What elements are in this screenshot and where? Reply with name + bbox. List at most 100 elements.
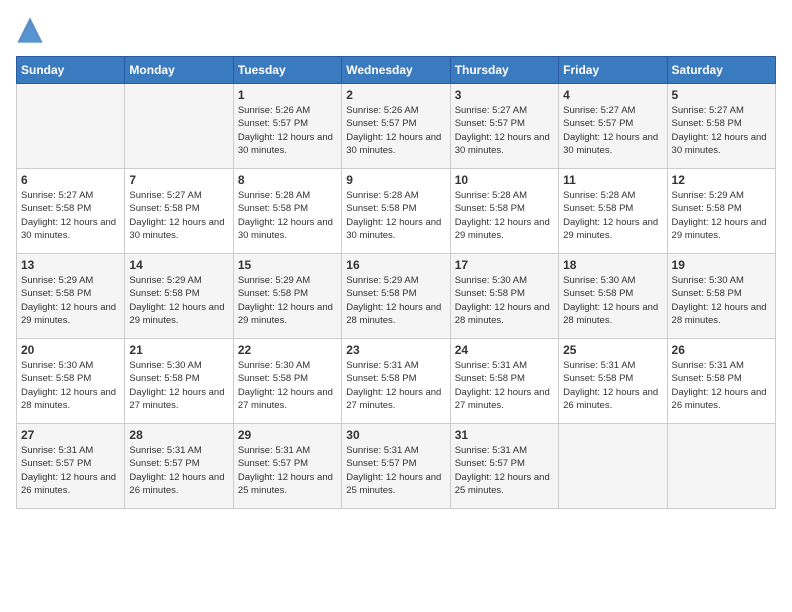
day-number: 26 [672,343,771,357]
cell-content: Sunrise: 5:31 AM Sunset: 5:58 PM Dayligh… [563,359,662,412]
day-number: 27 [21,428,120,442]
day-number: 7 [129,173,228,187]
cell-content: Sunrise: 5:27 AM Sunset: 5:57 PM Dayligh… [455,104,554,157]
cell-content: Sunrise: 5:28 AM Sunset: 5:58 PM Dayligh… [455,189,554,242]
calendar-cell: 19 Sunrise: 5:30 AM Sunset: 5:58 PM Dayli… [667,254,775,339]
day-number: 9 [346,173,445,187]
day-number: 23 [346,343,445,357]
day-of-week-header: Sunday [17,57,125,84]
cell-content: Sunrise: 5:30 AM Sunset: 5:58 PM Dayligh… [455,274,554,327]
day-number: 21 [129,343,228,357]
calendar-cell: 3 Sunrise: 5:27 AM Sunset: 5:57 PM Daylig… [450,84,558,169]
day-number: 18 [563,258,662,272]
calendar-header-row: SundayMondayTuesdayWednesdayThursdayFrid… [17,57,776,84]
calendar-week-row: 13 Sunrise: 5:29 AM Sunset: 5:58 PM Dayli… [17,254,776,339]
calendar-cell: 14Sunrise: 5:29 AM Sunset: 5:58 PM Dayli… [125,254,233,339]
day-number: 29 [238,428,337,442]
calendar-cell: 24 Sunrise: 5:31 AM Sunset: 5:58 PM Dayli… [450,339,558,424]
day-number: 6 [21,173,120,187]
calendar-cell: 23 Sunrise: 5:31 AM Sunset: 5:58 PM Dayli… [342,339,450,424]
day-number: 13 [21,258,120,272]
calendar-cell: 28 Sunrise: 5:31 AM Sunset: 5:57 PM Dayli… [125,424,233,509]
logo-icon [16,16,44,44]
day-number: 3 [455,88,554,102]
day-number: 4 [563,88,662,102]
day-number: 2 [346,88,445,102]
calendar-cell: 2 Sunrise: 5:26 AM Sunset: 5:57 PM Daylig… [342,84,450,169]
day-number: 22 [238,343,337,357]
cell-content: Sunrise: 5:31 AM Sunset: 5:57 PM Dayligh… [129,444,228,497]
cell-content: Sunrise: 5:26 AM Sunset: 5:57 PM Dayligh… [346,104,445,157]
calendar-cell: 31Sunrise: 5:31 AM Sunset: 5:57 PM Dayli… [450,424,558,509]
calendar-cell [17,84,125,169]
calendar-cell: 1 Sunrise: 5:26 AM Sunset: 5:57 PM Daylig… [233,84,341,169]
calendar-cell: 4 Sunrise: 5:27 AM Sunset: 5:57 PM Daylig… [559,84,667,169]
day-number: 12 [672,173,771,187]
day-number: 28 [129,428,228,442]
calendar-week-row: 27 Sunrise: 5:31 AM Sunset: 5:57 PM Dayli… [17,424,776,509]
day-number: 8 [238,173,337,187]
day-of-week-header: Friday [559,57,667,84]
cell-content: Sunrise: 5:29 AM Sunset: 5:58 PM Dayligh… [238,274,337,327]
calendar-cell: 27 Sunrise: 5:31 AM Sunset: 5:57 PM Dayli… [17,424,125,509]
cell-content: Sunrise: 5:31 AM Sunset: 5:57 PM Dayligh… [238,444,337,497]
cell-content: Sunrise: 5:28 AM Sunset: 5:58 PM Dayligh… [563,189,662,242]
day-number: 10 [455,173,554,187]
calendar-week-row: 20 Sunrise: 5:30 AM Sunset: 5:58 PM Dayli… [17,339,776,424]
cell-content: Sunrise: 5:27 AM Sunset: 5:58 PM Dayligh… [21,189,120,242]
day-number: 31 [455,428,554,442]
calendar-cell: 22 Sunrise: 5:30 AM Sunset: 5:58 PM Dayli… [233,339,341,424]
page-header [16,16,776,44]
cell-content: Sunrise: 5:28 AM Sunset: 5:58 PM Dayligh… [238,189,337,242]
cell-content: Sunrise: 5:31 AM Sunset: 5:58 PM Dayligh… [346,359,445,412]
cell-content: Sunrise: 5:31 AM Sunset: 5:57 PM Dayligh… [21,444,120,497]
calendar-cell: 29 Sunrise: 5:31 AM Sunset: 5:57 PM Dayli… [233,424,341,509]
day-number: 19 [672,258,771,272]
calendar-cell [667,424,775,509]
cell-content: Sunrise: 5:31 AM Sunset: 5:57 PM Dayligh… [346,444,445,497]
cell-content: Sunrise: 5:30 AM Sunset: 5:58 PM Dayligh… [129,359,228,412]
day-number: 15 [238,258,337,272]
day-of-week-header: Monday [125,57,233,84]
calendar-cell: 26Sunrise: 5:31 AM Sunset: 5:58 PM Dayli… [667,339,775,424]
calendar-cell: 5 Sunrise: 5:27 AM Sunset: 5:58 PM Daylig… [667,84,775,169]
cell-content: Sunrise: 5:26 AM Sunset: 5:57 PM Dayligh… [238,104,337,157]
day-number: 11 [563,173,662,187]
calendar-cell: 20 Sunrise: 5:30 AM Sunset: 5:58 PM Dayli… [17,339,125,424]
calendar-cell: 25 Sunrise: 5:31 AM Sunset: 5:58 PM Dayli… [559,339,667,424]
day-number: 5 [672,88,771,102]
day-of-week-header: Wednesday [342,57,450,84]
calendar-cell: 13 Sunrise: 5:29 AM Sunset: 5:58 PM Dayli… [17,254,125,339]
day-number: 24 [455,343,554,357]
cell-content: Sunrise: 5:30 AM Sunset: 5:58 PM Dayligh… [21,359,120,412]
logo [16,16,48,44]
cell-content: Sunrise: 5:31 AM Sunset: 5:58 PM Dayligh… [455,359,554,412]
cell-content: Sunrise: 5:27 AM Sunset: 5:58 PM Dayligh… [129,189,228,242]
calendar-cell: 12Sunrise: 5:29 AM Sunset: 5:58 PM Dayli… [667,169,775,254]
day-number: 25 [563,343,662,357]
calendar-cell [559,424,667,509]
calendar-cell: 7 Sunrise: 5:27 AM Sunset: 5:58 PM Daylig… [125,169,233,254]
cell-content: Sunrise: 5:30 AM Sunset: 5:58 PM Dayligh… [238,359,337,412]
calendar-cell: 30 Sunrise: 5:31 AM Sunset: 5:57 PM Dayli… [342,424,450,509]
cell-content: Sunrise: 5:29 AM Sunset: 5:58 PM Dayligh… [21,274,120,327]
day-number: 20 [21,343,120,357]
calendar-cell: 10 Sunrise: 5:28 AM Sunset: 5:58 PM Dayli… [450,169,558,254]
cell-content: Sunrise: 5:30 AM Sunset: 5:58 PM Dayligh… [672,274,771,327]
calendar-cell: 6 Sunrise: 5:27 AM Sunset: 5:58 PM Daylig… [17,169,125,254]
cell-content: Sunrise: 5:29 AM Sunset: 5:58 PM Dayligh… [346,274,445,327]
day-number: 17 [455,258,554,272]
cell-content: Sunrise: 5:28 AM Sunset: 5:58 PM Dayligh… [346,189,445,242]
day-number: 1 [238,88,337,102]
day-number: 30 [346,428,445,442]
calendar-cell [125,84,233,169]
calendar-cell: 21 Sunrise: 5:30 AM Sunset: 5:58 PM Dayli… [125,339,233,424]
day-number: 14 [129,258,228,272]
cell-content: Sunrise: 5:30 AM Sunset: 5:58 PM Dayligh… [563,274,662,327]
calendar-cell: 9 Sunrise: 5:28 AM Sunset: 5:58 PM Daylig… [342,169,450,254]
day-of-week-header: Thursday [450,57,558,84]
cell-content: Sunrise: 5:27 AM Sunset: 5:57 PM Dayligh… [563,104,662,157]
calendar-week-row: 1 Sunrise: 5:26 AM Sunset: 5:57 PM Daylig… [17,84,776,169]
day-of-week-header: Tuesday [233,57,341,84]
cell-content: Sunrise: 5:27 AM Sunset: 5:58 PM Dayligh… [672,104,771,157]
